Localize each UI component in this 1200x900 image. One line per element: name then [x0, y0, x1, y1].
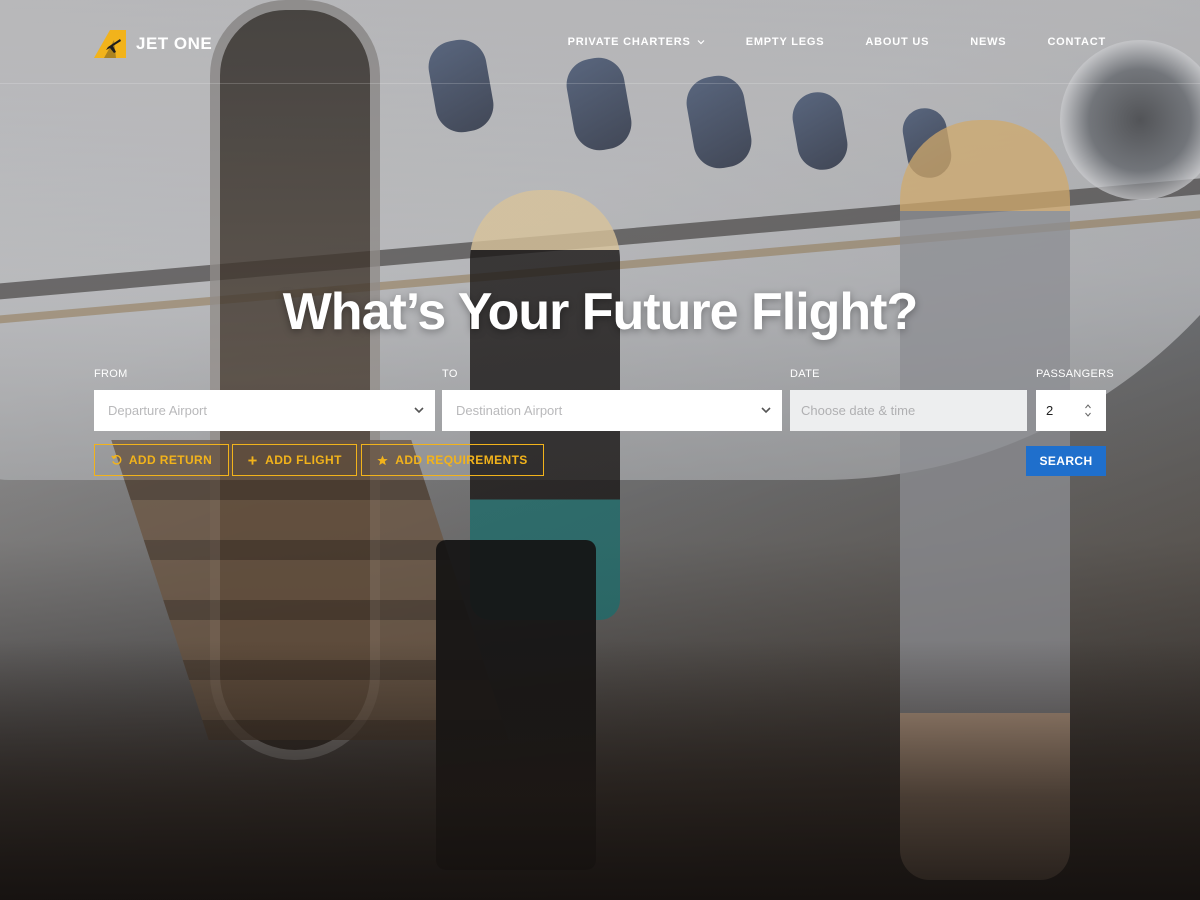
passengers-label: PASSANGERS [1036, 368, 1114, 380]
date-time-input[interactable]: Choose date & time [790, 390, 1027, 431]
departure-airport-select[interactable]: Departure Airport [94, 390, 435, 431]
add-return-button[interactable]: ADD RETURN [94, 444, 229, 476]
date-label: DATE [790, 368, 820, 380]
plus-icon [248, 455, 257, 465]
add-flight-label: ADD FLIGHT [265, 453, 342, 467]
from-label: FROM [94, 368, 128, 380]
return-arrow-icon [111, 454, 122, 465]
nav-private-charters[interactable]: PRIVATE CHARTERS [568, 36, 705, 48]
search-button[interactable]: SEARCH [1026, 446, 1106, 476]
to-label: TO [442, 368, 458, 380]
main-nav: PRIVATE CHARTERS EMPTY LEGS ABOUT US NEW… [568, 36, 1106, 48]
destination-airport-select[interactable]: Destination Airport [442, 390, 782, 431]
chevron-down-icon [761, 407, 771, 414]
site-header: JET ONE PRIVATE CHARTERS EMPTY LEGS ABOU… [0, 0, 1200, 84]
nav-about-us[interactable]: ABOUT US [865, 36, 929, 48]
passengers-stepper[interactable]: 2 [1036, 390, 1106, 431]
chevron-down-icon [697, 40, 705, 45]
logo-plane-icon [94, 30, 126, 58]
chevron-down-icon [414, 407, 424, 414]
nav-news[interactable]: NEWS [970, 36, 1006, 48]
hero-title: What’s Your Future Flight? [282, 283, 919, 341]
destination-placeholder: Destination Airport [456, 403, 563, 418]
nav-empty-legs[interactable]: EMPTY LEGS [746, 36, 825, 48]
ground-shadow [0, 640, 1200, 900]
passengers-value: 2 [1046, 403, 1054, 418]
date-placeholder: Choose date & time [801, 403, 916, 418]
logo-link[interactable]: JET ONE [94, 30, 212, 58]
departure-placeholder: Departure Airport [108, 403, 207, 418]
add-requirements-button[interactable]: ADD REQUIREMENTS [361, 444, 544, 476]
nav-label: PRIVATE CHARTERS [567, 36, 691, 48]
add-requirements-label: ADD REQUIREMENTS [395, 453, 528, 467]
star-icon [377, 454, 389, 465]
add-flight-button[interactable]: ADD FLIGHT [232, 444, 357, 476]
nav-contact[interactable]: CONTACT [1047, 36, 1106, 48]
spinner-arrows-icon[interactable] [1084, 402, 1092, 419]
add-return-label: ADD RETURN [128, 453, 213, 467]
brand-name: JET ONE [136, 34, 213, 53]
